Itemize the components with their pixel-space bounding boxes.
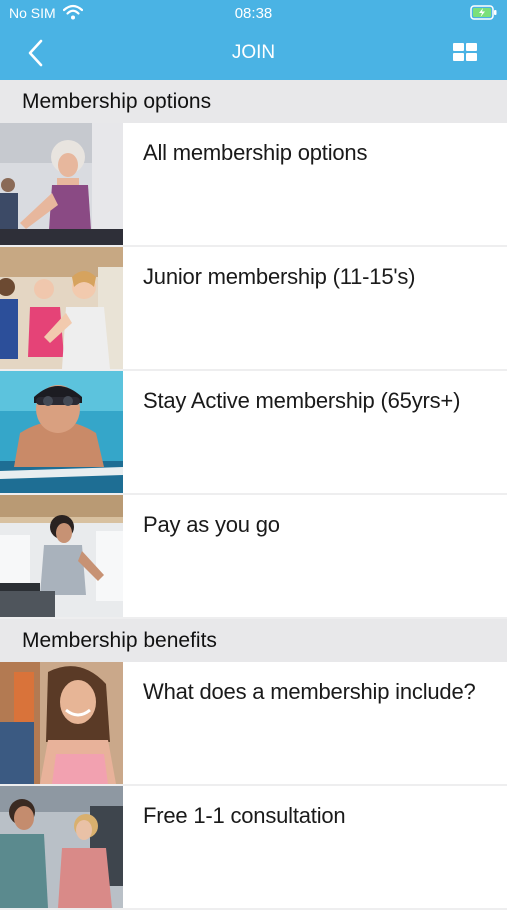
smiling-woman-gym-photo	[0, 662, 123, 784]
battery-charging-icon	[470, 5, 497, 20]
list-item-label: What does a membership include?	[143, 679, 476, 704]
status-time: 08:38	[234, 5, 273, 22]
section-header-membership-benefits: Membership benefits	[0, 619, 507, 662]
grid-menu-icon[interactable]	[452, 42, 478, 62]
list-item-label: Junior membership (11-15's)	[143, 264, 416, 289]
junior-dance-class-photo	[0, 247, 123, 369]
fitness-class-photo	[0, 123, 123, 245]
list-item-pay-as-you-go[interactable]: Pay as you go	[0, 495, 507, 619]
section-title: Membership benefits	[22, 629, 217, 652]
section-header-membership-options: Membership options	[0, 80, 507, 123]
list-item-label: Pay as you go	[143, 512, 280, 537]
list-item-junior-membership[interactable]: Junior membership (11-15's)	[0, 247, 507, 371]
list-item-label: Stay Active membership (65yrs+)	[143, 388, 461, 413]
treadmill-runner-photo	[0, 495, 123, 617]
section-title: Membership options	[22, 90, 212, 113]
list-item-stay-active-membership[interactable]: Stay Active membership (65yrs+)	[0, 371, 507, 495]
trainer-consultation-photo	[0, 786, 123, 908]
list-item-free-consultation[interactable]: Free 1-1 consultation	[0, 786, 507, 910]
swimmer-photo	[0, 371, 123, 493]
list-item-what-does-membership-include[interactable]: What does a membership include?	[0, 662, 507, 786]
status-bar: No SIM 08:38	[0, 0, 507, 28]
page-title: JOIN	[231, 42, 276, 63]
list-item-label: Free 1-1 consultation	[143, 803, 346, 828]
nav-bar: JOIN	[0, 28, 507, 80]
list-item-label: All membership options	[143, 140, 368, 165]
list-item-all-membership-options[interactable]: All membership options	[0, 123, 507, 247]
